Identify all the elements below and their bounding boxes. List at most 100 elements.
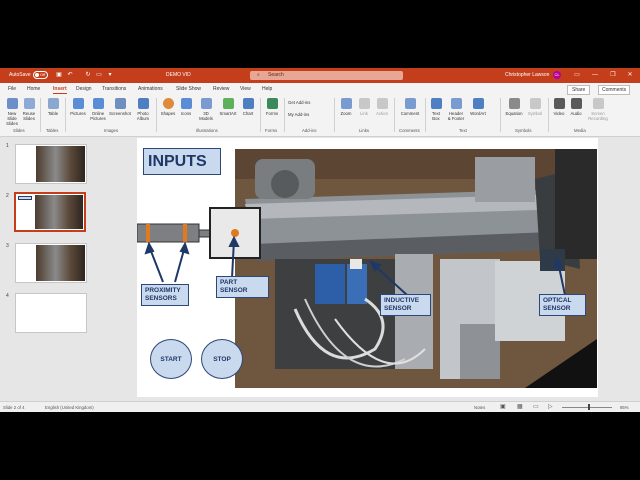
share-button[interactable]: Share <box>567 85 591 95</box>
wordart-button[interactable]: WordArt <box>467 98 489 116</box>
action-button[interactable]: Action <box>373 98 391 116</box>
present-icon[interactable]: ▭ <box>95 71 103 79</box>
zoom-button[interactable]: Zoom <box>338 98 354 116</box>
optical-sensor-callout[interactable]: OPTICAL SENSOR <box>539 294 586 316</box>
search-input[interactable]: ⌕ Search <box>250 71 403 80</box>
online-pictures-button[interactable]: Online Pictures <box>89 98 107 121</box>
shapes-button[interactable]: Shapes <box>159 98 177 116</box>
online-pictures-icon <box>92 98 104 109</box>
audio-button[interactable]: Audio <box>569 98 583 116</box>
reuse-slides-icon <box>23 98 35 109</box>
group-label-links: Links <box>359 128 370 133</box>
proximity-sensors-callout[interactable]: PROXIMITY SENSORS <box>141 284 189 306</box>
group-divider <box>40 98 41 132</box>
reading-view-icon[interactable]: ▭ <box>533 403 539 410</box>
tab-slide-show[interactable]: Slide Show <box>176 86 201 92</box>
comments-button[interactable]: Comments <box>598 85 631 95</box>
video-button[interactable]: Video <box>552 98 566 116</box>
slide-title[interactable]: INPUTS <box>143 148 221 175</box>
icons-button[interactable]: Icons <box>178 98 194 116</box>
group-divider <box>260 98 261 132</box>
undo-icon[interactable]: ↶ <box>66 71 74 79</box>
group-divider <box>548 98 549 132</box>
tab-file[interactable]: File <box>8 86 16 92</box>
ribbon-display-icon[interactable]: ▭ <box>571 70 583 80</box>
reuse-slides-button[interactable]: Reuse Slides <box>21 98 37 121</box>
smartart-label: SmartArt <box>219 111 237 116</box>
link-button[interactable]: Link <box>357 98 371 116</box>
online-pictures-label2: Pictures <box>90 116 106 121</box>
smartart-button[interactable]: SmartArt <box>217 98 239 116</box>
slideshow-icon[interactable]: ▷ <box>548 403 553 410</box>
pictures-button[interactable]: Pictures <box>68 98 88 116</box>
proximity-marker-left <box>146 224 150 242</box>
tab-design[interactable]: Design <box>76 86 92 92</box>
group-divider <box>284 98 285 132</box>
zoom-slider[interactable] <box>562 407 612 408</box>
group-divider <box>156 98 157 132</box>
table-button[interactable]: Table <box>45 98 61 116</box>
minimize-icon[interactable]: — <box>589 70 601 80</box>
thumbnail-number: 2 <box>6 193 9 199</box>
notes-button[interactable]: Notes <box>474 405 485 410</box>
part-sensor-stem <box>198 229 212 238</box>
wordart-label: WordArt <box>470 111 486 116</box>
slide-thumbnail-3[interactable] <box>15 243 87 283</box>
tab-animations[interactable]: Animations <box>138 86 163 92</box>
avatar[interactable]: CL <box>553 71 561 79</box>
my-addins-label: My Add-ins <box>288 112 310 117</box>
language-indicator[interactable]: English (United Kingdom) <box>45 405 94 410</box>
chart-button[interactable]: Chart <box>240 98 256 116</box>
autosave-toggle[interactable]: Off <box>33 71 48 79</box>
header-footer-button[interactable]: Header & Footer <box>445 98 467 121</box>
tab-insert[interactable]: Insert <box>53 86 67 94</box>
forms-button[interactable]: Forms <box>263 98 281 116</box>
text-box-button[interactable]: Text Box <box>428 98 444 121</box>
part-sensor-callout[interactable]: PART SENSOR <box>216 276 269 298</box>
group-divider <box>394 98 395 132</box>
stop-button[interactable]: STOP <box>201 339 243 379</box>
tab-help[interactable]: Help <box>262 86 272 92</box>
3d-models-button[interactable]: 3D Models <box>196 98 216 121</box>
screenshot-button[interactable]: Screenshot <box>107 98 133 116</box>
user-name[interactable]: Christopher Lawson <box>505 72 549 78</box>
title-bar: AutoSave Off ▣ ↶ ↻ ▭ ▾ DEMO VID ⌕ Search… <box>0 68 640 83</box>
new-slide-button[interactable]: New Slide Slides <box>4 98 20 126</box>
save-icon[interactable]: ▣ <box>55 71 63 79</box>
slide-thumbnail-4[interactable] <box>15 293 87 333</box>
redo-icon[interactable]: ↻ <box>84 71 92 79</box>
slide-thumbnail-1[interactable] <box>15 144 87 184</box>
conveyor-photo[interactable] <box>235 149 597 388</box>
maximize-icon[interactable]: ❐ <box>607 70 619 80</box>
screen-recording-label2: Recording <box>588 116 608 121</box>
symbol-button[interactable]: Symbol <box>526 98 544 116</box>
slide-canvas[interactable]: INPUTS PROXIMITY SENSORS PART SENSOR IND… <box>137 138 598 397</box>
screen-recording-button[interactable]: Screen Recording <box>586 98 610 121</box>
conveyor-photo-drawing <box>235 149 597 388</box>
screenshot-label: Screenshot <box>109 111 131 116</box>
proximity-sensor-bar <box>137 223 200 243</box>
zoom-icon <box>340 98 352 109</box>
tab-transitions[interactable]: Transitions <box>102 86 126 92</box>
customize-qat-icon[interactable]: ▾ <box>106 71 114 79</box>
start-button[interactable]: START <box>150 339 192 379</box>
screenshot-icon <box>114 98 126 109</box>
arrow-head <box>179 241 190 255</box>
inductive-sensor-callout[interactable]: INDUCTIVE SENSOR <box>380 294 431 316</box>
slide-thumbnail-2[interactable] <box>14 192 86 232</box>
tab-view[interactable]: View <box>240 86 251 92</box>
tab-review[interactable]: Review <box>213 86 229 92</box>
action-icon <box>376 98 388 109</box>
photo-album-button[interactable]: Photo Album <box>134 98 152 121</box>
comment-button[interactable]: Comment <box>398 98 422 116</box>
close-icon[interactable]: ✕ <box>624 70 636 80</box>
zoom-level[interactable]: 85% <box>620 405 629 410</box>
equation-button[interactable]: Equation <box>503 98 525 116</box>
my-addins-button[interactable]: My Add-ins <box>288 112 328 117</box>
zoom-slider-handle[interactable] <box>588 404 590 410</box>
get-addins-button[interactable]: Get Add-ins <box>288 100 328 105</box>
normal-view-icon[interactable]: ▣ <box>500 403 506 410</box>
slide-sorter-icon[interactable]: ▦ <box>517 403 523 410</box>
symbol-label: Symbol <box>527 111 543 116</box>
tab-home[interactable]: Home <box>27 86 40 92</box>
